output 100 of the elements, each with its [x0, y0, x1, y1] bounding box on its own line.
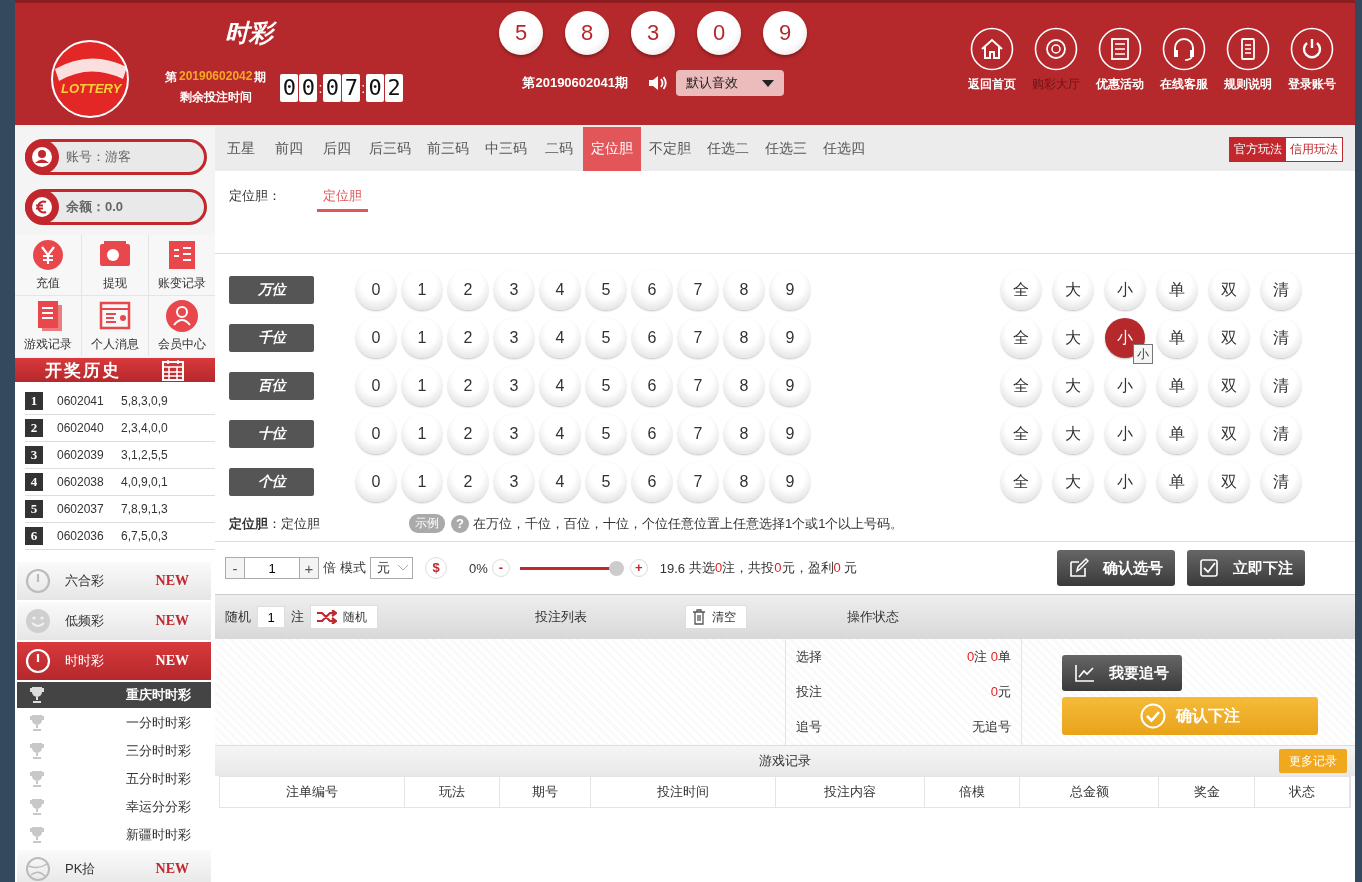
number-ball[interactable]: 2 [448, 414, 488, 454]
number-ball[interactable]: 4 [540, 270, 580, 310]
quick-select-button[interactable]: 大 [1053, 462, 1093, 502]
checkbox-icon[interactable] [1199, 558, 1219, 578]
number-ball[interactable]: 9 [770, 318, 810, 358]
number-ball[interactable]: 6 [632, 462, 672, 502]
number-ball[interactable]: 4 [540, 462, 580, 502]
number-ball[interactable]: 9 [770, 270, 810, 310]
trophy-icon[interactable] [29, 686, 45, 704]
quick-select-button[interactable]: 小 [1105, 414, 1145, 454]
random-button[interactable]: 随机 [310, 605, 378, 629]
play-mode-tab[interactable]: 信用玩法 [1286, 137, 1342, 161]
play-tab[interactable]: 不定胆 [641, 127, 699, 171]
play-tab[interactable]: 五星 [217, 127, 265, 171]
unit-select[interactable]: 元 [370, 557, 413, 579]
quick-select-button[interactable]: 双 [1209, 318, 1249, 358]
quick-select-button[interactable]: 全 [1001, 270, 1041, 310]
caret-icon[interactable] [761, 79, 774, 87]
number-ball[interactable]: 5 [586, 462, 626, 502]
quick-select-button[interactable]: 双 [1209, 462, 1249, 502]
number-ball[interactable]: 3 [494, 414, 534, 454]
play-tab[interactable]: 后四 [313, 127, 361, 171]
home-icon[interactable] [970, 27, 1014, 71]
edit-icon[interactable] [1069, 558, 1089, 578]
number-ball[interactable]: 0 [356, 366, 396, 406]
play-tab[interactable]: 任选二 [699, 127, 757, 171]
play-mode-tab[interactable]: 官方玩法 [1230, 137, 1286, 161]
calendar-icon[interactable] [161, 358, 185, 382]
quick-select-button[interactable]: 全 [1001, 318, 1041, 358]
lottery-item[interactable]: 幸运分分彩 [17, 794, 211, 820]
random-count-field[interactable]: 1 [257, 606, 285, 628]
number-ball[interactable]: 3 [494, 462, 534, 502]
number-ball[interactable]: 5 [586, 414, 626, 454]
play-tab[interactable]: 任选三 [757, 127, 815, 171]
nav-link[interactable]: 规则说明 [1223, 27, 1273, 93]
yen-coin-icon[interactable] [31, 238, 65, 272]
number-ball[interactable]: 1 [402, 462, 442, 502]
quick-select-button[interactable]: 清 [1261, 318, 1301, 358]
number-ball[interactable]: 1 [402, 270, 442, 310]
number-ball[interactable]: 0 [356, 270, 396, 310]
increase-button[interactable]: + [299, 557, 319, 579]
slider-thumb[interactable] [608, 560, 624, 576]
quick-select-button[interactable]: 大 [1053, 270, 1093, 310]
number-ball[interactable]: 8 [724, 318, 764, 358]
quick-select-button[interactable]: 大 [1053, 414, 1093, 454]
number-ball[interactable]: 7 [678, 270, 718, 310]
quick-select-button[interactable]: 双 [1209, 270, 1249, 310]
chart-icon[interactable] [1075, 664, 1095, 682]
nav-link[interactable]: 登录账号 [1287, 27, 1337, 93]
number-ball[interactable]: 8 [724, 366, 764, 406]
quick-select-button[interactable]: 全 [1001, 462, 1041, 502]
number-ball[interactable]: 1 [402, 366, 442, 406]
lottery-category[interactable]: 六合彩 NEW [17, 562, 211, 600]
quick-select-button[interactable]: 清 [1261, 366, 1301, 406]
nav-link[interactable]: 在线客服 [1159, 27, 1209, 93]
action-button[interactable]: 确认选号 [1057, 550, 1175, 586]
newspaper-icon[interactable] [1098, 27, 1142, 71]
number-ball[interactable]: 8 [724, 462, 764, 502]
number-ball[interactable]: 9 [770, 462, 810, 502]
number-ball[interactable]: 9 [770, 414, 810, 454]
quick-select-button[interactable]: 清 [1261, 414, 1301, 454]
number-ball[interactable]: 6 [632, 414, 672, 454]
quick-select-button[interactable]: 双 [1209, 366, 1249, 406]
number-ball[interactable]: 7 [678, 366, 718, 406]
number-ball[interactable]: 2 [448, 318, 488, 358]
lottery-item[interactable]: 三分时时彩 [17, 738, 211, 764]
quick-select-button[interactable]: 清 [1261, 270, 1301, 310]
number-ball[interactable]: 0 [356, 462, 396, 502]
quick-link[interactable]: 充值 [15, 235, 81, 295]
number-ball[interactable]: 0 [356, 318, 396, 358]
number-ball[interactable]: 8 [724, 270, 764, 310]
number-ball[interactable]: 7 [678, 414, 718, 454]
quick-select-button[interactable]: 小 [1105, 462, 1145, 502]
multiplier-input[interactable]: 1 [245, 557, 299, 579]
lottery-item[interactable]: 五分时时彩 [17, 766, 211, 792]
quick-select-button[interactable]: 清 [1261, 462, 1301, 502]
lottery-category[interactable]: PK拾 NEW [17, 850, 211, 882]
number-ball[interactable]: 3 [494, 366, 534, 406]
user-icon[interactable] [165, 299, 199, 333]
speaker-icon[interactable] [647, 74, 668, 92]
number-ball[interactable]: 6 [632, 318, 672, 358]
chevron-icon[interactable] [398, 565, 408, 571]
number-ball[interactable]: 5 [586, 366, 626, 406]
nav-link[interactable]: 返回首页 [967, 27, 1017, 93]
number-ball[interactable]: 2 [448, 366, 488, 406]
quick-select-button[interactable]: 单 [1157, 462, 1197, 502]
action-button[interactable]: 立即下注 [1187, 550, 1305, 586]
check-circle-icon[interactable] [1140, 703, 1166, 729]
notepad-icon[interactable] [1226, 27, 1270, 71]
number-ball[interactable]: 0 [356, 414, 396, 454]
quick-select-button[interactable]: 单 [1157, 366, 1197, 406]
shuffle-icon[interactable] [317, 610, 337, 624]
number-ball[interactable]: 1 [402, 414, 442, 454]
number-ball[interactable]: 2 [448, 270, 488, 310]
play-tab[interactable]: 定位胆 [583, 127, 641, 171]
quick-select-button[interactable]: 单 [1157, 414, 1197, 454]
lottery-item[interactable]: 重庆时时彩 [17, 682, 211, 708]
number-ball[interactable]: 4 [540, 366, 580, 406]
lottery-category[interactable]: 低频彩 NEW [17, 602, 211, 640]
play-tab[interactable]: 前四 [265, 127, 313, 171]
